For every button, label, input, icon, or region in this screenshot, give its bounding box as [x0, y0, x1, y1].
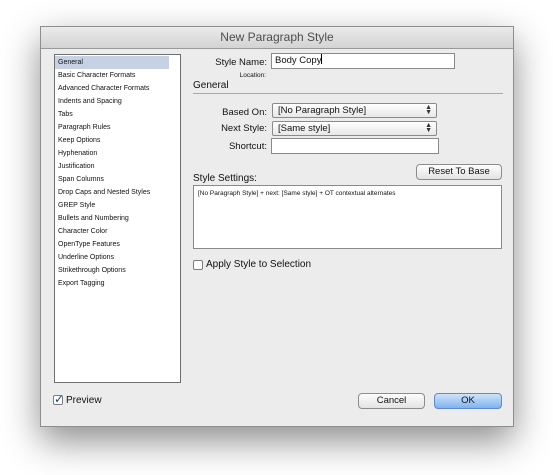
style-settings-box: [No Paragraph Style] + next: [Same style… — [193, 185, 502, 249]
general-section-heading: General — [193, 80, 229, 91]
category-item[interactable]: Export Tagging — [55, 277, 180, 290]
ok-button[interactable]: OK — [434, 393, 502, 409]
category-item[interactable]: Keep Options — [55, 134, 180, 147]
style-name-label: Style Name: — [215, 57, 267, 68]
general-section-divider — [193, 93, 503, 94]
next-style-label: Next Style: — [221, 123, 267, 134]
category-item[interactable]: Advanced Character Formats — [55, 82, 180, 95]
category-item[interactable]: Paragraph Rules — [55, 121, 180, 134]
shortcut-field[interactable] — [271, 138, 439, 154]
stepper-arrows-icon: ▲ ▼ — [425, 122, 432, 134]
category-item[interactable]: Tabs — [55, 108, 180, 121]
window-title: New Paragraph Style — [41, 27, 513, 49]
stepper-arrows-icon: ▲ ▼ — [425, 104, 432, 116]
next-style-value: [Same style] — [278, 123, 331, 134]
style-settings-text: [No Paragraph Style] + next: [Same style… — [198, 190, 396, 197]
based-on-label: Based On: — [222, 107, 267, 118]
cancel-button[interactable]: Cancel — [358, 393, 425, 409]
style-settings-heading: Style Settings: — [193, 173, 257, 184]
new-paragraph-style-dialog: New Paragraph Style General Basic Charact… — [40, 26, 514, 427]
category-item[interactable]: Drop Caps and Nested Styles — [55, 186, 180, 199]
category-item[interactable]: GREP Style — [55, 199, 180, 212]
shortcut-label: Shortcut: — [228, 141, 267, 152]
category-item[interactable]: Underline Options — [55, 251, 180, 264]
preview-label[interactable]: Preview — [66, 395, 102, 406]
style-name-field[interactable]: Body Copy — [271, 53, 455, 69]
apply-style-checkbox[interactable] — [193, 260, 203, 270]
category-item[interactable]: General — [55, 56, 169, 69]
reset-to-base-button[interactable]: Reset To Base — [416, 164, 502, 180]
category-item[interactable]: Justification — [55, 160, 180, 173]
text-cursor — [321, 54, 323, 64]
category-item[interactable]: Strikethrough Options — [55, 264, 180, 277]
location-label: Location: — [239, 72, 266, 79]
category-item[interactable]: Basic Character Formats — [55, 69, 180, 82]
category-item[interactable]: Hyphenation — [55, 147, 180, 160]
category-item[interactable]: OpenType Features — [55, 238, 180, 251]
based-on-value: [No Paragraph Style] — [278, 105, 367, 116]
category-item[interactable]: Span Columns — [55, 173, 180, 186]
category-item[interactable]: Indents and Spacing — [55, 95, 180, 108]
next-style-select[interactable]: [Same style] ▲ ▼ — [272, 121, 437, 136]
category-item[interactable]: Character Color — [55, 225, 180, 238]
apply-style-label[interactable]: Apply Style to Selection — [206, 259, 311, 270]
category-list[interactable]: General Basic Character Formats Advanced C… — [54, 54, 181, 383]
category-item[interactable]: Bullets and Numbering — [55, 212, 180, 225]
based-on-select[interactable]: [No Paragraph Style] ▲ ▼ — [272, 103, 437, 118]
style-name-value: Body Copy — [275, 55, 322, 66]
preview-checkbox[interactable] — [53, 392, 64, 406]
